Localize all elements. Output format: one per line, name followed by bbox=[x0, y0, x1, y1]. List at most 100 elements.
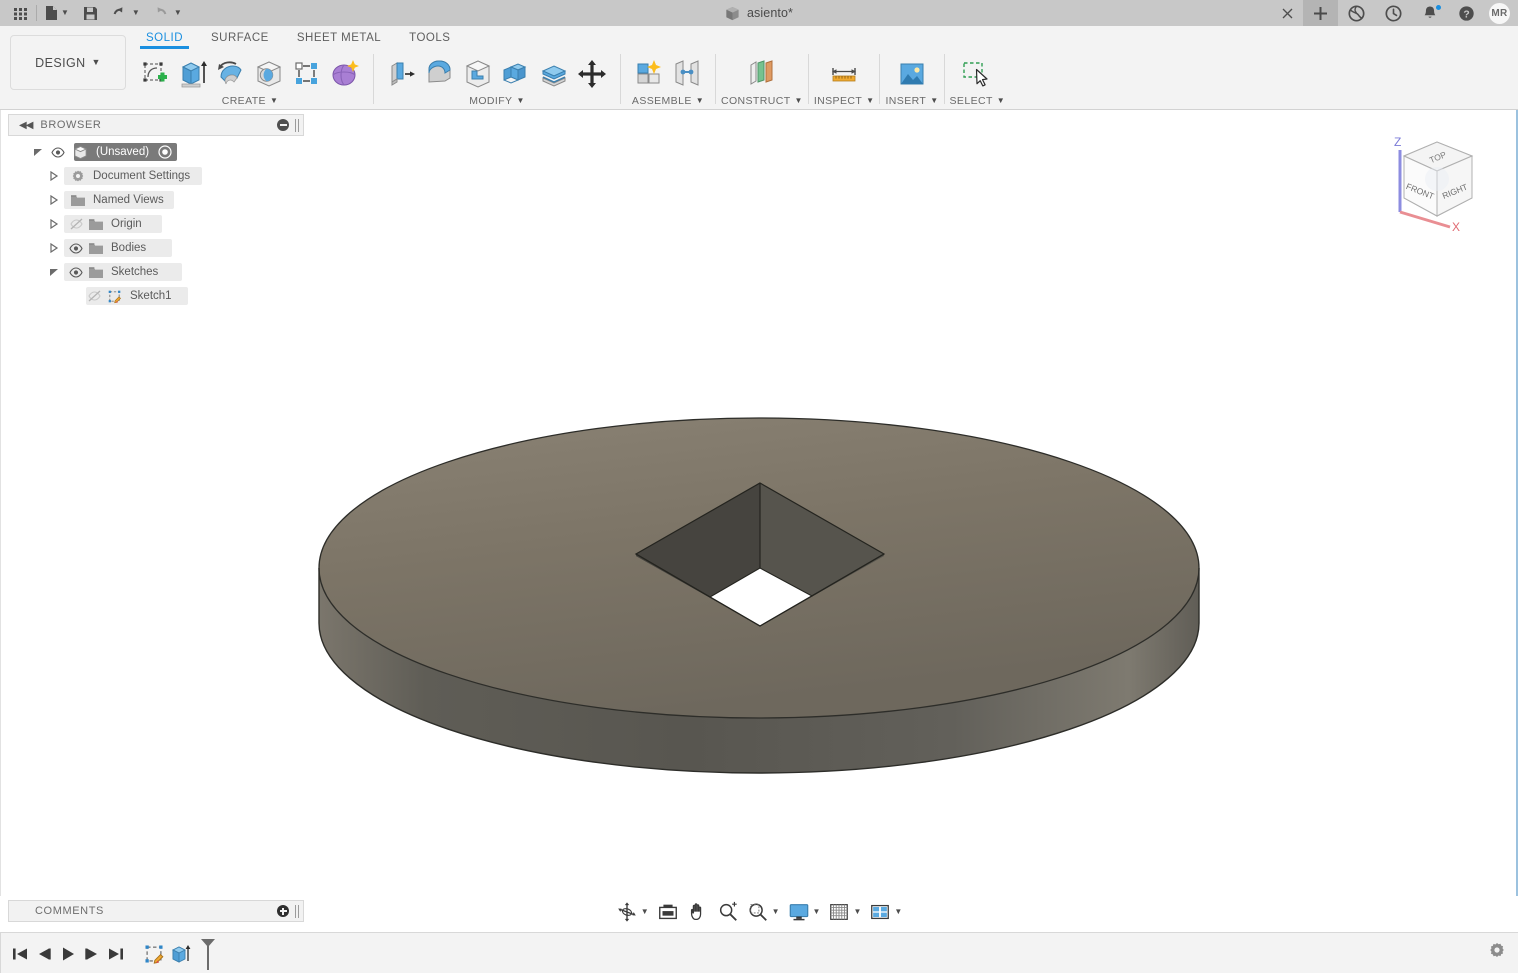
visibility-eye-icon[interactable] bbox=[68, 240, 84, 256]
tree-item-named-views[interactable]: Named Views bbox=[8, 188, 304, 212]
collapse-arrow-icon[interactable] bbox=[46, 192, 62, 208]
tab-solid[interactable]: SOLID bbox=[132, 30, 197, 49]
zoom-window-button[interactable]: ▼ bbox=[743, 899, 784, 925]
job-status-icon[interactable] bbox=[1375, 0, 1412, 26]
expand-arrow-icon[interactable] bbox=[46, 264, 62, 280]
measure-button[interactable] bbox=[825, 55, 863, 93]
zoom-button[interactable] bbox=[713, 899, 743, 925]
orbit-button[interactable]: ▼ bbox=[612, 899, 653, 925]
offset-face-button[interactable] bbox=[535, 55, 573, 93]
fillet-button[interactable] bbox=[421, 55, 459, 93]
tab-tools[interactable]: TOOLS bbox=[395, 30, 464, 44]
new-component-button[interactable] bbox=[630, 55, 668, 93]
tree-item-unsaved[interactable]: (Unsaved) bbox=[8, 140, 304, 164]
title-bar: ▼ ▼ ▼ asiento* ? MR bbox=[0, 0, 1518, 26]
extrude-button[interactable] bbox=[174, 55, 212, 93]
new-file-icon[interactable]: ▼ bbox=[38, 0, 76, 26]
ribbon-group-assemble: ASSEMBLE ▼ bbox=[626, 54, 710, 110]
browser-resize-grip[interactable] bbox=[295, 118, 299, 132]
workspace-switcher-button[interactable]: DESIGN ▼ bbox=[10, 35, 126, 90]
tab-sheet-metal[interactable]: SHEET METAL bbox=[283, 30, 395, 44]
sphere-button[interactable] bbox=[250, 55, 288, 93]
timeline-features bbox=[140, 933, 218, 973]
new-tab-icon[interactable] bbox=[1303, 0, 1338, 26]
save-icon[interactable] bbox=[76, 0, 105, 26]
ribbon-group-create-label[interactable]: CREATE ▼ bbox=[132, 95, 368, 107]
chevron-down-icon[interactable]: ▼ bbox=[641, 908, 649, 916]
ribbon-group-modify-label[interactable]: MODIFY ▼ bbox=[379, 95, 615, 107]
timeline-feature-extrude[interactable] bbox=[168, 939, 196, 969]
tree-item-label: Sketches bbox=[111, 266, 159, 278]
pattern-button[interactable] bbox=[288, 55, 326, 93]
visibility-eye-icon[interactable] bbox=[68, 264, 84, 280]
chevron-down-icon: ▼ bbox=[91, 57, 101, 67]
visibility-hidden-eye-icon[interactable] bbox=[68, 216, 84, 232]
data-panel-icon[interactable] bbox=[1338, 0, 1375, 26]
tab-sheet-metal-label: SHEET METAL bbox=[296, 32, 382, 44]
insert-image-button[interactable] bbox=[893, 55, 931, 93]
notifications-icon[interactable] bbox=[1412, 0, 1448, 26]
combine-button[interactable] bbox=[497, 55, 535, 93]
play-button[interactable] bbox=[56, 939, 80, 969]
go-to-end-button[interactable] bbox=[104, 939, 128, 969]
form-button[interactable] bbox=[326, 55, 364, 93]
grid-snaps-button[interactable]: ▼ bbox=[824, 899, 865, 925]
browser-collapse-icon[interactable]: ◀◀ bbox=[9, 120, 40, 131]
timeline-playhead[interactable] bbox=[198, 937, 218, 971]
collapse-arrow-icon[interactable] bbox=[46, 216, 62, 232]
offset-plane-button[interactable] bbox=[743, 55, 781, 93]
timeline-settings-gear-icon[interactable] bbox=[1488, 941, 1506, 964]
move-copy-button[interactable] bbox=[573, 55, 611, 93]
close-tab-icon[interactable] bbox=[1272, 0, 1303, 26]
tree-item-bodies[interactable]: Bodies bbox=[8, 236, 304, 260]
tab-surface[interactable]: SURFACE bbox=[197, 30, 283, 44]
select-window-button[interactable] bbox=[958, 55, 996, 93]
ribbon-group-assemble-label[interactable]: ASSEMBLE ▼ bbox=[626, 95, 710, 107]
sketch-icon bbox=[106, 288, 122, 304]
avatar[interactable]: MR bbox=[1489, 2, 1510, 24]
go-to-beginning-button[interactable] bbox=[8, 939, 32, 969]
step-back-button[interactable] bbox=[32, 939, 56, 969]
create-sketch-button[interactable] bbox=[136, 55, 174, 93]
tree-item-label: Bodies bbox=[111, 242, 147, 254]
app-grid-icon[interactable] bbox=[6, 0, 35, 26]
ribbon-group-select-label[interactable]: SELECT ▼ bbox=[950, 95, 1006, 107]
tree-item-origin[interactable]: Origin bbox=[8, 212, 304, 236]
undo-caret-icon[interactable]: ▼ bbox=[132, 9, 140, 17]
chevron-down-icon: ▼ bbox=[516, 96, 525, 105]
press-pull-button[interactable] bbox=[383, 55, 421, 93]
activate-component-icon[interactable] bbox=[157, 144, 173, 160]
chevron-down-icon[interactable]: ▼ bbox=[772, 908, 780, 916]
shell-button[interactable] bbox=[459, 55, 497, 93]
chevron-down-icon[interactable]: ▼ bbox=[894, 908, 902, 916]
revolve-button[interactable] bbox=[212, 55, 250, 93]
redo-icon[interactable]: ▼ bbox=[147, 0, 189, 26]
ribbon-divider-2 bbox=[620, 54, 621, 104]
redo-caret-icon[interactable]: ▼ bbox=[174, 9, 182, 17]
browser-minimize-icon[interactable] bbox=[277, 119, 289, 131]
tree-item-document-settings[interactable]: Document Settings bbox=[8, 164, 304, 188]
new-file-caret-icon[interactable]: ▼ bbox=[61, 9, 69, 17]
pan-button[interactable] bbox=[683, 899, 713, 925]
ribbon-group-construct-label[interactable]: CONSTRUCT ▼ bbox=[721, 95, 803, 107]
joint-button[interactable] bbox=[668, 55, 706, 93]
visibility-eye-icon[interactable] bbox=[50, 144, 66, 160]
viewports-button[interactable]: ▼ bbox=[865, 899, 906, 925]
chevron-down-icon[interactable]: ▼ bbox=[813, 908, 821, 916]
undo-icon[interactable]: ▼ bbox=[105, 0, 147, 26]
tree-item-sketches[interactable]: Sketches bbox=[8, 260, 304, 284]
view-cube[interactable]: Z X TOP FRONT RIGHT bbox=[1382, 124, 1492, 234]
chevron-down-icon[interactable]: ▼ bbox=[853, 908, 861, 916]
tree-item-sketch1[interactable]: Sketch1 bbox=[8, 284, 304, 308]
timeline-feature-sketch1[interactable] bbox=[140, 939, 168, 969]
ribbon-group-inspect-label[interactable]: INSPECT ▼ bbox=[814, 95, 875, 107]
visibility-hidden-eye-icon[interactable] bbox=[86, 288, 102, 304]
help-icon[interactable]: ? bbox=[1448, 0, 1485, 26]
display-settings-button[interactable]: ▼ bbox=[784, 899, 825, 925]
ribbon-group-insert-label[interactable]: INSERT ▼ bbox=[885, 95, 938, 107]
step-forward-button[interactable] bbox=[80, 939, 104, 969]
collapse-arrow-icon[interactable] bbox=[46, 168, 62, 184]
look-at-button[interactable] bbox=[653, 899, 683, 925]
expand-arrow-icon[interactable] bbox=[30, 144, 46, 160]
collapse-arrow-icon[interactable] bbox=[46, 240, 62, 256]
